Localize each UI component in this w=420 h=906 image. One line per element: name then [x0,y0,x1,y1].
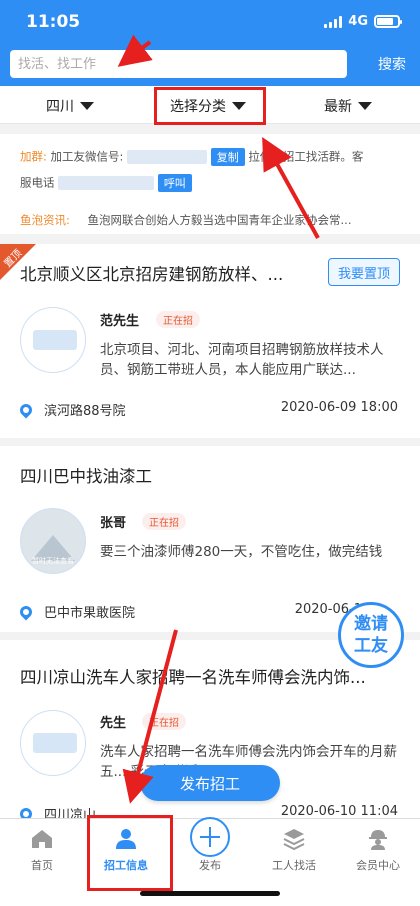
blurred-wechat-id [127,150,208,164]
avatar: 暂时无法查看 [20,508,86,574]
status-icons: 4G [324,14,402,29]
dropdown-arrow-icon [232,102,246,110]
poster-name: 先生 [100,716,127,731]
copy-button[interactable]: 复制 [210,148,245,166]
region-filter[interactable]: 四川 [46,96,94,116]
status-badge: 正在招 [142,713,186,730]
location-pin-icon [17,603,35,620]
tab-label: 首页 [31,859,53,872]
blurred-phone [58,176,155,190]
job-title: 四川凉山洗车人家招聘一名洗车师傅会洗内饰... [20,668,366,687]
call-button[interactable]: 呼叫 [157,174,192,192]
publish-job-button[interactable]: 发布招工 [140,765,280,801]
job-location: 滨河路88号院 [17,400,126,419]
tab-label: 工人找活 [272,859,316,872]
search-button[interactable]: 搜索 [378,54,406,74]
sort-filter-label: 最新 [324,99,352,115]
news-notice[interactable]: 鱼泡资讯: 鱼泡网联合创始人方毅当选中国青年企业家协会常... [20,212,352,228]
worker-helmet-icon [369,830,387,850]
network-label: 4G [348,14,368,29]
job-description: 要三个油漆师傅280一天，不管吃住，做完结钱 [100,544,383,560]
job-description: 北京项目、河北、河南项目招聘钢筋放样技术人员、钢筋工带班人员，本人能应用广联达.… [100,342,384,378]
service-notice: 服电话 呼叫 [20,174,192,192]
tab-member[interactable]: 会员中心 [336,819,420,879]
invite-line-1: 邀请 [354,614,388,634]
status-bar: 11:05 4G [0,0,420,44]
stack-icon [283,829,305,851]
category-filter[interactable]: 选择分类 [170,96,246,116]
news-label: 鱼泡资讯: [20,213,70,227]
news-text: 鱼泡网联合创始人方毅当选中国青年企业家协会常... [87,213,352,227]
notice-panel: 加群: 加工友微信号: 复制 拉你进招工找活群。客 服电话 呼叫 鱼泡资讯: 鱼… [0,134,420,234]
job-card[interactable]: 置顶 北京顺义区北京招房建钢筋放样、... 我要置顶 范先生 正在招 北京项目、… [0,244,420,438]
poster-name: 范先生 [100,314,140,329]
avatar-caption: 暂时无法查看 [32,557,74,565]
tab-home[interactable]: 首页 [0,819,84,879]
tab-jobs[interactable]: 招工信息 [84,819,168,879]
tab-find-work[interactable]: 工人找活 [252,819,336,879]
location-pin-icon [17,401,35,418]
avatar [20,710,86,776]
plus-icon [190,817,230,857]
app-header: 11:05 4G 搜索 [0,0,420,86]
status-badge: 正在招 [142,513,186,530]
group-text-2: 拉你进招工找活群。客 [248,149,364,164]
invite-friends-button[interactable]: 邀请 工友 [338,602,404,668]
poster-name: 张哥 [100,516,127,531]
group-label: 加群: [20,149,47,164]
avatar [20,307,86,373]
location-text: 巴中市果敢医院 [44,606,136,621]
home-indicator [140,891,280,896]
signal-icon [324,15,343,28]
dropdown-arrow-icon [358,102,372,110]
search-input[interactable] [10,50,347,78]
group-text-1: 加工友微信号: [50,149,124,164]
job-title: 北京顺义区北京招房建钢筋放样、... [20,265,284,284]
service-label: 服电话 [20,175,55,190]
invite-line-2: 工友 [354,636,388,656]
tab-label: 会员中心 [356,859,400,872]
location-text: 滨河路88号院 [44,404,126,419]
sort-filter[interactable]: 最新 [324,96,372,116]
region-filter-label: 四川 [46,99,74,115]
dropdown-arrow-icon [80,102,94,110]
pin-top-button[interactable]: 我要置顶 [328,258,400,286]
tab-label: 招工信息 [104,859,148,872]
tab-label: 发布 [199,859,221,872]
status-badge: 正在招 [156,311,200,328]
filter-bar: 四川 选择分类 最新 [0,86,420,124]
job-title: 四川巴中找油漆工 [20,467,152,486]
battery-icon [374,15,402,28]
tab-publish[interactable]: 发布 [168,817,252,879]
bottom-tab-bar: 首页 招工信息 发布 工人找活 会员中心 [0,817,420,906]
job-location: 巴中市果敢医院 [17,602,136,621]
group-notice: 加群: 加工友微信号: 复制 拉你进招工找活群。客 [20,148,363,166]
post-datetime: 2020-06-09 18:00 [280,400,398,415]
status-time: 11:05 [26,12,81,32]
home-icon [32,830,52,848]
workers-icon [116,829,136,849]
post-datetime: 2020-06-10 11:04 [280,804,398,819]
category-filter-label: 选择分类 [170,99,226,115]
